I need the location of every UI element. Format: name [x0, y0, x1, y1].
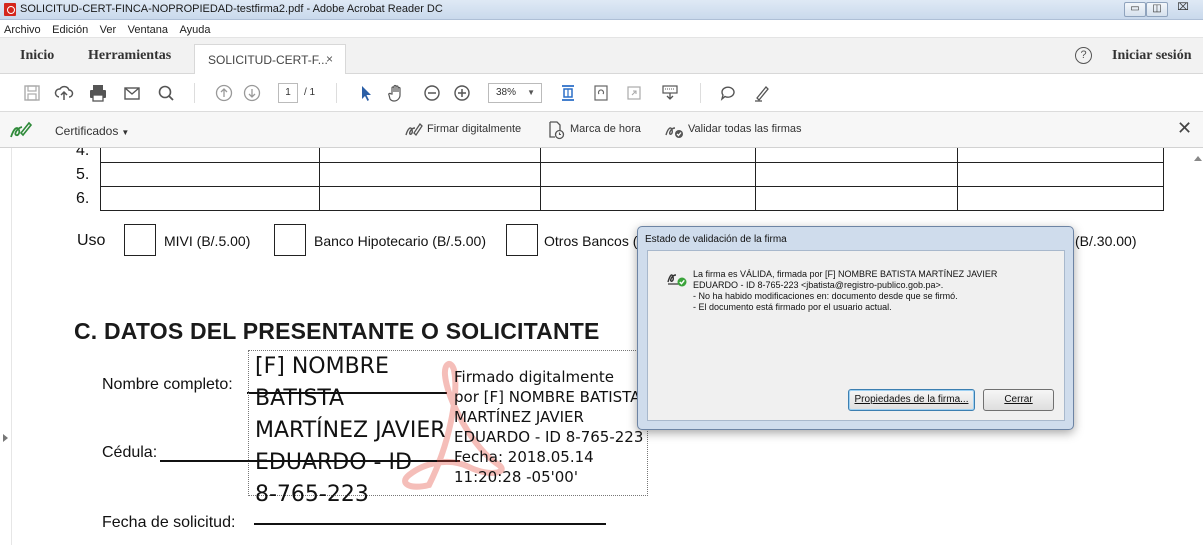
sign-in-link[interactable]: Iniciar sesión — [1112, 48, 1191, 64]
certificates-menu[interactable]: Certificados ▼ — [55, 124, 129, 138]
checkbox-banco-hipotecario[interactable] — [274, 224, 306, 256]
page-number-input[interactable]: 1 — [278, 83, 298, 103]
full-name-label: Nombre completo: — [102, 376, 233, 393]
minimize-button[interactable]: ▭ — [1124, 2, 1146, 17]
validation-message: La firma es VÁLIDA, firmada por [F] NOMB… — [693, 269, 1058, 313]
close-button-label: Cerrar — [1004, 394, 1033, 405]
chevron-down-icon: ▼ — [527, 88, 535, 97]
valid-signature-icon — [666, 266, 688, 288]
option-banco-hipotecario-label: Banco Hipotecario (B/.5.00) — [314, 233, 486, 249]
email-icon[interactable] — [122, 83, 142, 103]
maximize-button[interactable]: ◫ — [1146, 2, 1168, 17]
dialog-title: Estado de validación de la firma — [645, 234, 787, 245]
document-tab-label: SOLICITUD-CERT-F... — [208, 53, 328, 67]
properties-button-label: Propiedades de la firma... — [854, 394, 969, 405]
search-icon[interactable] — [156, 83, 176, 103]
full-screen-icon[interactable] — [624, 83, 644, 103]
previous-page-icon[interactable] — [214, 83, 234, 103]
menu-ventana[interactable]: Ventana — [124, 22, 171, 36]
page-total: / 1 — [304, 87, 316, 98]
validation-line: EDUARDO - ID 8-765-223 <jbatista@registr… — [693, 280, 944, 290]
scroll-up-arrow-icon[interactable] — [1194, 156, 1202, 161]
signature-validation-dialog: Estado de validación de la firma La firm… — [637, 226, 1074, 430]
expand-arrow-icon — [3, 434, 8, 442]
tab-inicio[interactable]: Inicio — [20, 48, 54, 64]
save-icon[interactable] — [22, 83, 42, 103]
validation-line: - No ha habido modificaciones en: docume… — [693, 291, 958, 301]
checkbox-otros-bancos[interactable] — [506, 224, 538, 256]
request-date-label: Fecha de solicitud: — [102, 514, 236, 531]
menu-ver[interactable]: Ver — [96, 22, 120, 36]
signature-name-large: [F] NOMBRE BATISTA MARTÍNEZ JAVIER EDUAR… — [255, 354, 446, 507]
option-mivi-label: MIVI (B/.5.00) — [164, 233, 251, 249]
menu-ayuda[interactable]: Ayuda — [175, 22, 213, 36]
option-price-label: (B/.30.00) — [1075, 233, 1137, 249]
row-number: 6. — [76, 190, 90, 207]
section-title: C. DATOS DEL PRESENTANTE O SOLICITANTE — [74, 318, 600, 344]
timestamp-icon — [546, 120, 566, 140]
acrobat-icon — [4, 3, 16, 16]
fit-page-icon[interactable] — [558, 83, 578, 103]
menu-edicion[interactable]: Edición — [48, 22, 91, 36]
certificates-bar: Certificados ▼ Firmar digitalmente Marca … — [0, 112, 1203, 148]
tab-document[interactable]: SOLICITUD-CERT-F... × — [194, 44, 346, 74]
timestamp-button[interactable]: Marca de hora — [570, 123, 641, 135]
request-date-line — [254, 523, 606, 525]
print-icon[interactable] — [88, 83, 108, 103]
menu-bar: Archivo Edición Ver Ventana Ayuda — [0, 20, 1203, 38]
sign-digitally-icon — [404, 120, 424, 140]
validate-all-button[interactable]: Validar todas las firmas — [688, 123, 802, 135]
select-cursor-icon[interactable] — [356, 83, 376, 103]
tab-herramientas[interactable]: Herramientas — [88, 48, 171, 64]
property-table — [100, 148, 1164, 211]
row-number: 5. — [76, 166, 90, 183]
zoom-value: 38% — [496, 87, 517, 98]
uso-label: Uso — [77, 232, 106, 249]
zoom-out-icon[interactable] — [422, 83, 442, 103]
validation-line: La firma es VÁLIDA, firmada por [F] NOMB… — [693, 269, 998, 279]
hand-tool-icon[interactable] — [386, 83, 406, 103]
main-toolbar: 1 / 1 38% ▼ — [0, 74, 1203, 112]
rotate-page-icon[interactable] — [591, 83, 611, 103]
certificates-label: Certificados — [55, 124, 119, 138]
chevron-down-icon: ▼ — [121, 128, 130, 137]
checkbox-mivi[interactable] — [124, 224, 156, 256]
sign-digitally-button[interactable]: Firmar digitalmente — [427, 123, 521, 135]
id-strike-line — [247, 460, 437, 462]
comment-icon[interactable] — [718, 83, 738, 103]
id-number-label: Cédula: — [102, 444, 158, 461]
signature-details: Firmado digitalmente por [F] NOMBRE BATI… — [454, 368, 644, 486]
zoom-in-icon[interactable] — [452, 83, 472, 103]
close-window-button[interactable]: ⌧ — [1168, 2, 1198, 17]
close-tab-icon[interactable]: × — [326, 52, 333, 66]
tab-bar: Inicio Herramientas SOLICITUD-CERT-F... … — [0, 38, 1203, 74]
title-bar: SOLICITUD-CERT-FINCA-NOPROPIEDAD-testfir… — [0, 0, 1203, 20]
dialog-body: La firma es VÁLIDA, firmada por [F] NOMB… — [647, 250, 1065, 421]
close-dialog-button[interactable]: Cerrar — [983, 389, 1054, 411]
validate-signatures-icon — [664, 120, 684, 140]
validation-line: - El documento está firmado por el usuar… — [693, 302, 892, 312]
close-certificates-bar-icon[interactable]: ✕ — [1177, 118, 1192, 139]
option-otros-bancos-label: Otros Bancos ( — [544, 233, 638, 249]
signature-field[interactable]: [F] NOMBRE BATISTA MARTÍNEZ JAVIER EDUAR… — [248, 350, 648, 507]
row-number: 4. — [76, 148, 90, 159]
left-panel-toggle[interactable] — [0, 148, 12, 545]
cloud-upload-icon[interactable] — [54, 83, 74, 103]
help-icon[interactable]: ? — [1075, 47, 1092, 64]
signature-properties-button[interactable]: Propiedades de la firma... — [848, 389, 975, 411]
zoom-select[interactable]: 38% ▼ — [488, 83, 542, 103]
certificate-pen-icon — [8, 118, 34, 142]
highlight-pen-icon[interactable] — [752, 83, 772, 103]
keyboard-icon[interactable] — [660, 83, 680, 103]
next-page-icon[interactable] — [242, 83, 262, 103]
window-title: SOLICITUD-CERT-FINCA-NOPROPIEDAD-testfir… — [20, 3, 443, 15]
menu-archivo[interactable]: Archivo — [0, 22, 44, 36]
